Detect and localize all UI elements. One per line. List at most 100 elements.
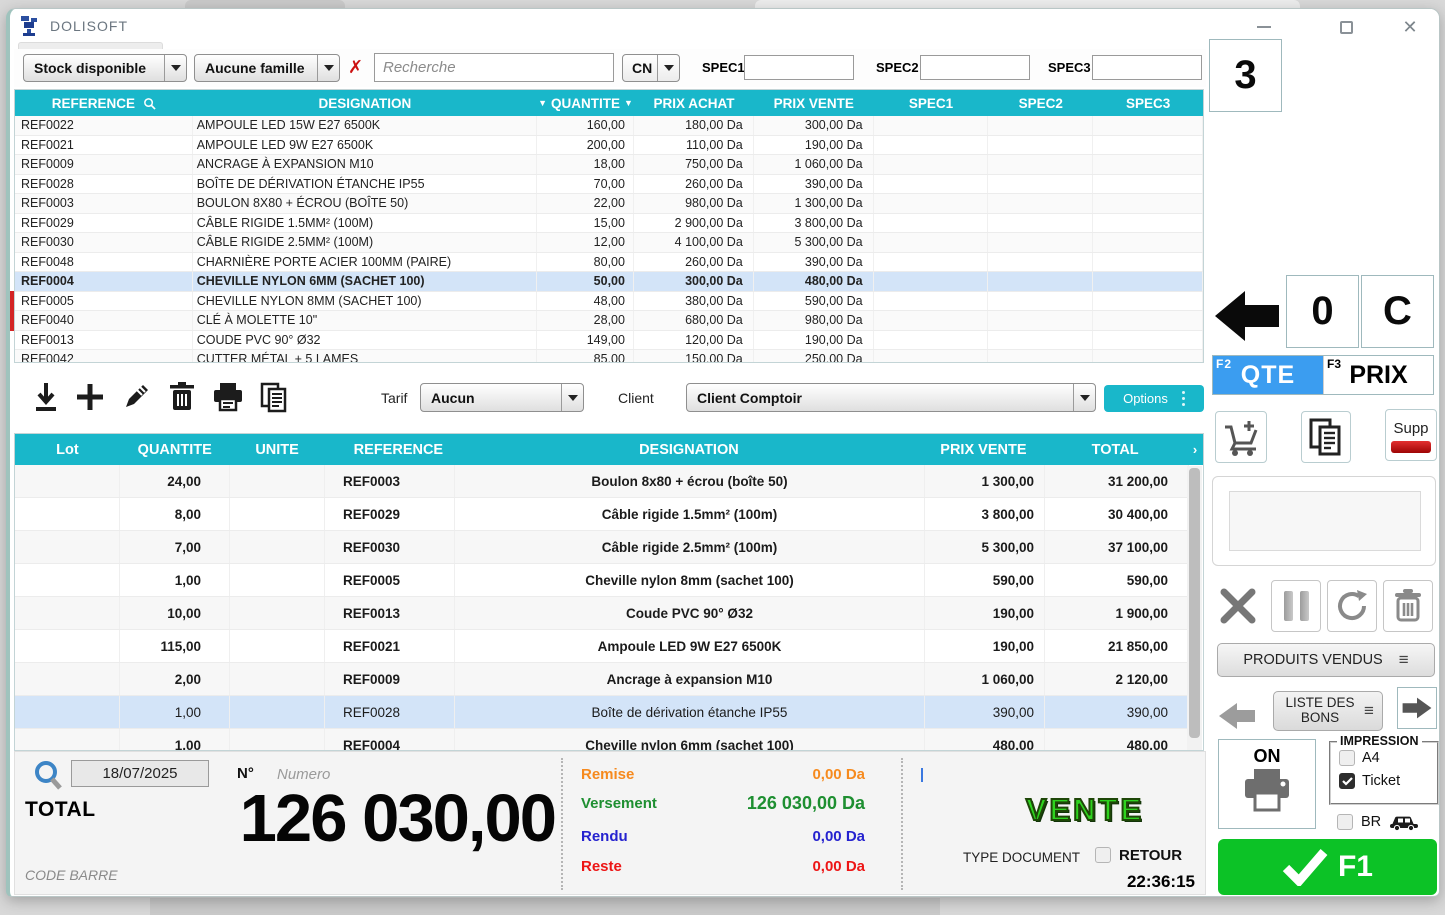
- table-row[interactable]: REF0022 AMPOULE LED 15W E27 6500K 160,00…: [15, 116, 1203, 136]
- cart-header-quantite[interactable]: QUANTITE: [120, 434, 230, 465]
- table-row[interactable]: REF0030 CÂBLE RIGIDE 2.5MM² (100M) 12,00…: [15, 233, 1203, 253]
- column-header-spec2[interactable]: SPEC2: [988, 90, 1093, 116]
- liste-des-bons-button[interactable]: LISTE DES BONS ≡: [1273, 691, 1383, 731]
- cart-row[interactable]: 1,00 REF0004 Cheville nylon 6mm (sachet …: [15, 729, 1189, 751]
- family-filter-select[interactable]: Aucune famille: [194, 54, 340, 82]
- retour-checkbox[interactable]: [1095, 847, 1111, 863]
- keypad-clear-button[interactable]: C: [1361, 275, 1434, 348]
- table-row[interactable]: REF0048 CHARNIÈRE PORTE ACIER 100MM (PAI…: [15, 253, 1203, 273]
- a4-checkbox[interactable]: [1339, 750, 1355, 766]
- table-row[interactable]: REF0013 COUDE PVC 90° Ø32 149,00 120,00 …: [15, 331, 1203, 351]
- cart-row[interactable]: 7,00 REF0030 Câble rigide 2.5mm² (100m) …: [15, 531, 1189, 564]
- client-select[interactable]: Client Comptoir: [686, 383, 1096, 412]
- validate-f1-button[interactable]: F1: [1218, 839, 1437, 895]
- cart-row[interactable]: 2,00 REF0009 Ancrage à expansion M10 1 0…: [15, 663, 1189, 696]
- trash-icon[interactable]: [1383, 580, 1433, 632]
- clear-filter-icon[interactable]: ✗: [348, 57, 363, 78]
- table-row[interactable]: REF0009 ANCRAGE À EXPANSION M10 18,00 75…: [15, 155, 1203, 175]
- scrollbar-thumb[interactable]: [1189, 468, 1200, 738]
- type-document-label: TYPE DOCUMENT: [963, 850, 1080, 865]
- remise-value: 0,00 Da: [665, 766, 865, 783]
- cart-header-unite[interactable]: UNITE: [230, 434, 325, 465]
- cart-header-total[interactable]: TOTAL: [1043, 434, 1187, 465]
- stock-filter-select[interactable]: Stock disponible: [23, 54, 187, 82]
- cart-header-designation[interactable]: DESIGNATION: [454, 434, 923, 465]
- cart-table-body: 24,00 REF0003 Boulon 8x80 + écrou (boîte…: [15, 465, 1189, 751]
- refresh-icon[interactable]: [1327, 580, 1377, 632]
- prix-button[interactable]: F3 PRIX: [1323, 356, 1433, 394]
- chevron-right-icon[interactable]: ›: [1187, 434, 1203, 465]
- spec3-input[interactable]: [1092, 55, 1202, 80]
- column-header-quantite[interactable]: ▼ QUANTITE ▼: [537, 90, 634, 116]
- copy-icon[interactable]: [256, 379, 292, 415]
- br-checkbox[interactable]: [1337, 814, 1353, 830]
- app-window: DOLISOFT ✕ Stock disponible Aucune famil…: [6, 8, 1440, 897]
- menu-icon: ≡: [1399, 650, 1409, 670]
- next-arrow-button[interactable]: [1397, 687, 1437, 729]
- spec1-input[interactable]: [744, 55, 854, 80]
- options-button[interactable]: Options: [1104, 385, 1204, 412]
- backspace-icon[interactable]: [1215, 289, 1281, 343]
- delete-icon[interactable]: [164, 379, 200, 415]
- reste-value: 0,00 Da: [665, 858, 865, 875]
- app-logo-icon: [18, 14, 42, 38]
- retour-label: RETOUR: [1119, 847, 1182, 864]
- cart-header-reference[interactable]: REFERENCE: [324, 434, 454, 465]
- tarif-select[interactable]: Aucun: [420, 383, 584, 412]
- minimize-button[interactable]: [1249, 15, 1279, 39]
- maximize-button[interactable]: [1331, 15, 1361, 39]
- pause-icon[interactable]: [1271, 580, 1321, 632]
- edit-icon[interactable]: [118, 379, 154, 415]
- date-field[interactable]: [71, 760, 209, 787]
- add-to-cart-button[interactable]: [1215, 411, 1267, 463]
- import-icon[interactable]: [28, 379, 64, 415]
- table-row[interactable]: REF0040 CLÉ À MOLETTE 10" 28,00 680,00 D…: [15, 311, 1203, 331]
- barcode-field[interactable]: [25, 864, 325, 886]
- table-row[interactable]: REF0004 CHEVILLE NYLON 6MM (SACHET 100) …: [15, 272, 1203, 292]
- clock: 22:36:15: [1035, 872, 1195, 892]
- cart-header-lot[interactable]: Lot: [15, 434, 120, 465]
- search-input[interactable]: [374, 53, 614, 82]
- column-header-spec3[interactable]: SPEC3: [1093, 90, 1203, 116]
- qte-button[interactable]: F2 QTE: [1213, 356, 1323, 394]
- keypad-zero-button[interactable]: 0: [1286, 275, 1359, 348]
- check-icon: [1282, 848, 1328, 886]
- delivery-car-icon: [1389, 813, 1419, 831]
- cancel-icon[interactable]: [1213, 580, 1263, 632]
- cart-scrollbar[interactable]: [1187, 466, 1202, 751]
- search-mode-select[interactable]: CN: [622, 54, 680, 82]
- cart-header-prix-vente[interactable]: PRIX VENTE: [924, 434, 1044, 465]
- cart-row[interactable]: 115,00 REF0021 Ampoule LED 9W E27 6500K …: [15, 630, 1189, 663]
- ticket-checkbox[interactable]: [1339, 773, 1355, 789]
- menu-icon: ≡: [1364, 702, 1374, 721]
- close-button[interactable]: ✕: [1395, 15, 1425, 39]
- supp-button[interactable]: Supp: [1385, 409, 1437, 461]
- column-header-spec1[interactable]: SPEC1: [874, 90, 989, 116]
- search-sale-icon[interactable]: [33, 760, 63, 792]
- documents-button[interactable]: [1301, 411, 1351, 463]
- table-row[interactable]: REF0005 CHEVILLE NYLON 8MM (SACHET 100) …: [15, 292, 1203, 312]
- produits-vendus-button[interactable]: PRODUITS VENDUS ≡: [1217, 643, 1435, 677]
- cart-row[interactable]: 24,00 REF0003 Boulon 8x80 + écrou (boîte…: [15, 465, 1189, 498]
- table-row[interactable]: REF0021 AMPOULE LED 9W E27 6500K 200,00 …: [15, 136, 1203, 156]
- column-header-prix-vente[interactable]: PRIX VENTE: [754, 90, 874, 116]
- cart-row[interactable]: 8,00 REF0029 Câble rigide 1.5mm² (100m) …: [15, 498, 1189, 531]
- previous-arrow-icon[interactable]: [1217, 701, 1257, 731]
- keypad-digit-button[interactable]: 3: [1209, 39, 1282, 112]
- printer-on-button[interactable]: ON: [1218, 739, 1316, 829]
- br-label: BR: [1361, 814, 1381, 830]
- cart-row[interactable]: 10,00 REF0013 Coude PVC 90° Ø32 190,00 1…: [15, 597, 1189, 630]
- table-row[interactable]: REF0003 BOULON 8X80 + ÉCROU (BOÎTE 50) 2…: [15, 194, 1203, 214]
- table-row[interactable]: REF0028 BOÎTE DE DÉRIVATION ÉTANCHE IP55…: [15, 175, 1203, 195]
- column-header-designation[interactable]: DESIGNATION: [193, 90, 537, 116]
- spec2-input[interactable]: [920, 55, 1030, 80]
- cart-row[interactable]: 1,00 REF0028 Boîte de dérivation étanche…: [15, 696, 1189, 729]
- column-header-prix-achat[interactable]: PRIX ACHAT: [634, 90, 754, 116]
- cart-row[interactable]: 1,00 REF0005 Cheville nylon 8mm (sachet …: [15, 564, 1189, 597]
- table-row[interactable]: REF0042 CUTTER MÉTAL + 5 LAMES 85,00 150…: [15, 350, 1203, 363]
- print-icon[interactable]: [210, 379, 246, 415]
- column-header-reference[interactable]: REFERENCE: [15, 90, 193, 116]
- add-icon[interactable]: [72, 379, 108, 415]
- table-row[interactable]: REF0029 CÂBLE RIGIDE 1.5MM² (100M) 15,00…: [15, 214, 1203, 234]
- rendu-label: Rendu: [581, 828, 628, 845]
